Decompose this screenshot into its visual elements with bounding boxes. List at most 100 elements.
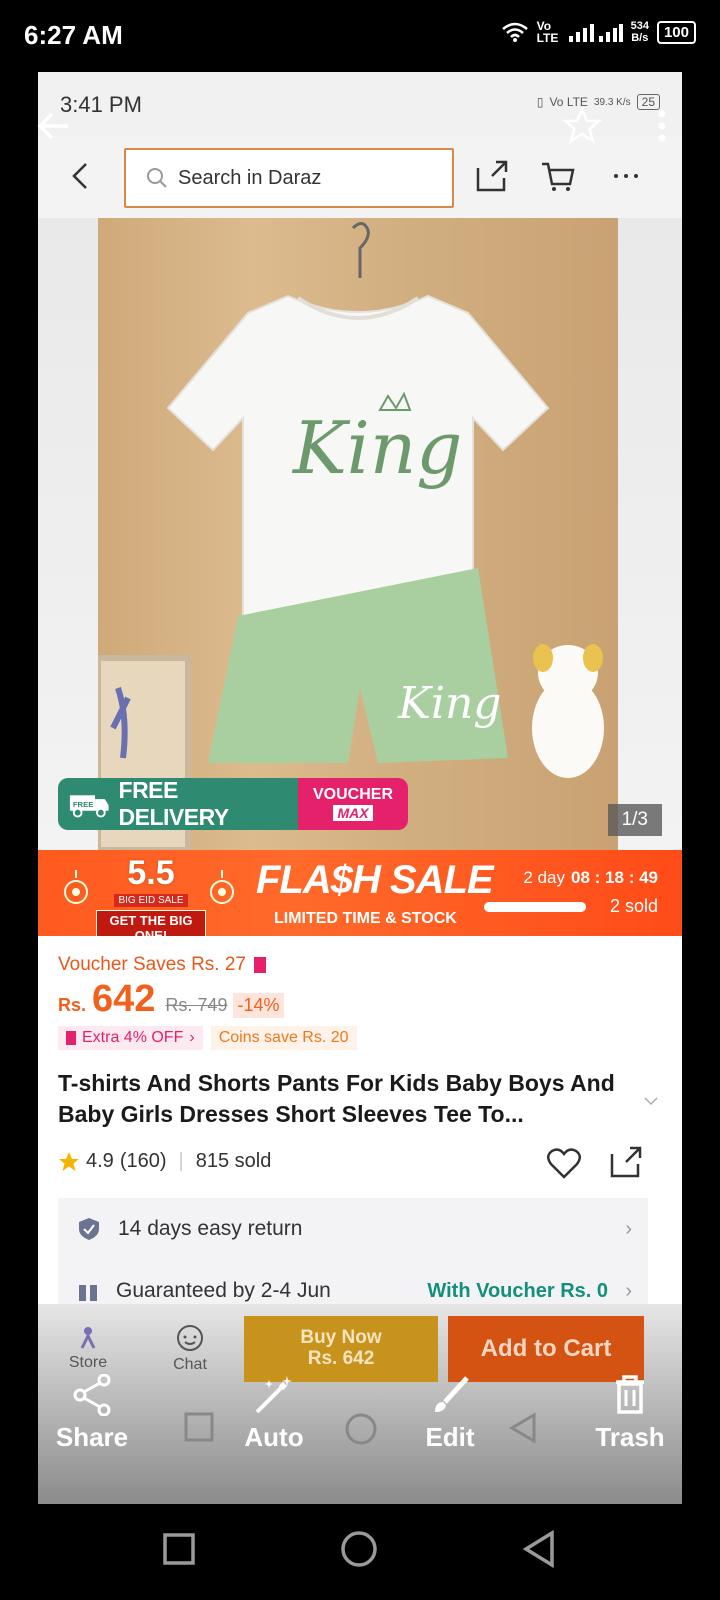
data-speed: 534 B/s bbox=[631, 20, 649, 44]
sold-total: 815 sold bbox=[195, 1150, 272, 1172]
product-photo: King King bbox=[98, 218, 618, 850]
review-count: (160) bbox=[119, 1150, 167, 1172]
chat-icon bbox=[177, 1325, 203, 1351]
edit-label: Edit bbox=[425, 1422, 475, 1452]
discount-badge: -14% bbox=[233, 993, 284, 1018]
chevron-right-icon: › bbox=[625, 1279, 632, 1302]
back-arrow-icon[interactable] bbox=[36, 108, 72, 144]
coins-chip: Coins save Rs. 20 bbox=[210, 1026, 357, 1050]
sold-progress-fill bbox=[484, 902, 586, 912]
countdown-timer: 2 day 08 : 18 : 49 bbox=[523, 868, 658, 887]
eid-sale-logo: 5.5 BIG EID SALE GET THE BIG ONE! bbox=[96, 856, 206, 946]
back-chevron-icon[interactable] bbox=[66, 160, 98, 192]
free-delivery-section: FREE FREE DELIVERY bbox=[58, 778, 298, 830]
rating-value: 4.9 bbox=[86, 1150, 114, 1172]
voucher-delivery-text: With Voucher Rs. 0 bbox=[427, 1279, 608, 1302]
status-icons: Vo LTE 534 B/s 100 bbox=[501, 20, 696, 44]
free-delivery-label: FREE DELIVERY bbox=[118, 778, 230, 830]
search-input[interactable]: Search in Daraz bbox=[124, 148, 454, 208]
separator: | bbox=[178, 1150, 184, 1172]
rating-row[interactable]: 4.9 (160) | 815 sold bbox=[58, 1150, 271, 1173]
edit-button[interactable]: Edit bbox=[410, 1374, 490, 1453]
lantern-icon bbox=[64, 870, 88, 904]
free-tag-text: FREE bbox=[73, 800, 94, 809]
navigation-bar bbox=[0, 1504, 720, 1600]
return-policy-text: 14 days easy return bbox=[118, 1217, 303, 1240]
chat-label: Chat bbox=[173, 1356, 207, 1373]
search-icon bbox=[147, 168, 167, 188]
voucher-tag-icon bbox=[66, 1031, 76, 1045]
search-placeholder: Search in Daraz bbox=[178, 166, 322, 189]
extra-off-chip[interactable]: Extra 4% OFF › bbox=[58, 1026, 203, 1050]
auto-label: Auto bbox=[244, 1422, 304, 1452]
square-nav-icon bbox=[184, 1412, 214, 1442]
trash-label: Trash bbox=[595, 1422, 665, 1452]
star-outline-icon[interactable] bbox=[562, 106, 602, 146]
chevron-right-icon: › bbox=[189, 1029, 195, 1046]
circle-nav-icon bbox=[345, 1413, 377, 1445]
voucher-saves[interactable]: Voucher Saves Rs. 27 bbox=[58, 954, 266, 976]
current-price: 642 bbox=[92, 978, 156, 1020]
back-triangle-nav-icon bbox=[509, 1412, 536, 1444]
share-out-icon[interactable] bbox=[608, 1144, 644, 1180]
free-delivery-badge: FREE FREE DELIVERY VOUCHER MAX bbox=[58, 778, 408, 830]
heart-icon[interactable] bbox=[546, 1146, 582, 1180]
battery-icon: 100 bbox=[656, 20, 696, 44]
flash-sale-banner[interactable]: 5.5 BIG EID SALE GET THE BIG ONE! FLA$H … bbox=[38, 850, 682, 946]
shorts-print-text: King bbox=[397, 678, 501, 729]
buy-now-button[interactable]: Buy Now Rs. 642 bbox=[244, 1316, 438, 1382]
return-policy-row[interactable]: 14 days easy return › bbox=[58, 1198, 648, 1260]
chevron-right-icon: › bbox=[625, 1217, 632, 1240]
extra-off-text: Extra 4% OFF bbox=[82, 1029, 184, 1046]
screenshot-preview: 3:41 PM ▯ Vo LTE 39.3 K/s 25 Search in D… bbox=[38, 72, 682, 1504]
eid-subtitle: BIG EID SALE bbox=[114, 894, 188, 907]
voucher-saves-text: Voucher Saves Rs. 27 bbox=[58, 954, 246, 975]
status-bar: 6:27 AM Vo LTE 534 B/s 100 bbox=[0, 0, 720, 72]
buy-now-price: Rs. 642 bbox=[307, 1348, 375, 1369]
recent-apps-icon[interactable] bbox=[162, 1532, 196, 1566]
more-icon[interactable] bbox=[608, 158, 644, 194]
promo-chips: Extra 4% OFF › Coins save Rs. 20 bbox=[58, 1026, 357, 1050]
product-gallery[interactable]: King King FREE FREE DELIVERY VOUCHER MAX… bbox=[38, 218, 682, 850]
chevron-down-icon[interactable] bbox=[642, 1092, 660, 1110]
delivery-text: Guaranteed by 2-4 Jun bbox=[116, 1279, 331, 1302]
store-button[interactable]: Store bbox=[48, 1324, 128, 1372]
home-icon[interactable] bbox=[340, 1530, 378, 1568]
countdown-seconds: 49 bbox=[639, 868, 658, 887]
truck-icon: FREE bbox=[69, 795, 109, 818]
trash-icon bbox=[616, 1375, 644, 1414]
store-icon bbox=[80, 1327, 96, 1349]
trash-button[interactable]: Trash bbox=[590, 1374, 670, 1453]
max-label: MAX bbox=[333, 805, 373, 821]
cart-icon[interactable] bbox=[540, 158, 576, 194]
share-out-icon[interactable] bbox=[474, 158, 510, 194]
voucher-tag-icon bbox=[254, 957, 266, 973]
share-icon bbox=[73, 1374, 111, 1416]
screen: 6:27 AM Vo LTE 534 B/s 100 3:41 PM ▯ Vo … bbox=[0, 0, 720, 1600]
magic-wand-icon bbox=[255, 1376, 292, 1414]
original-price: Rs. 749 bbox=[165, 995, 228, 1015]
share-button[interactable]: Share bbox=[52, 1374, 132, 1453]
wifi-icon bbox=[501, 22, 528, 43]
chat-button[interactable]: Chat bbox=[150, 1324, 230, 1374]
vibrate-icon: ▯ bbox=[536, 95, 544, 109]
back-icon[interactable] bbox=[522, 1530, 556, 1568]
sold-progress-bar bbox=[484, 902, 586, 912]
auto-button[interactable]: Auto bbox=[234, 1374, 314, 1453]
image-counter: 1/3 bbox=[607, 804, 662, 836]
add-to-cart-button[interactable]: Add to Cart bbox=[448, 1316, 644, 1382]
countdown-hours: 08 bbox=[571, 868, 590, 887]
speed-value: 534 bbox=[630, 20, 649, 32]
bottom-action-bar: Store Chat Buy Now Rs. 642 Add to Cart bbox=[38, 1304, 682, 1504]
currency: Rs. bbox=[58, 995, 87, 1015]
product-title[interactable]: T-shirts And Shorts Pants For Kids Baby … bbox=[58, 1068, 628, 1130]
shield-icon bbox=[79, 1218, 99, 1240]
network-label: Vo LTE bbox=[536, 19, 559, 46]
store-label: Store bbox=[68, 1354, 108, 1371]
package-icon bbox=[79, 1281, 97, 1301]
kebab-menu-icon[interactable] bbox=[656, 108, 668, 144]
signal-icon bbox=[568, 24, 623, 43]
outfit-illustration: King King bbox=[98, 222, 604, 850]
countdown-days: 2 day bbox=[523, 868, 566, 887]
inner-status-time: 3:41 PM bbox=[60, 92, 142, 117]
